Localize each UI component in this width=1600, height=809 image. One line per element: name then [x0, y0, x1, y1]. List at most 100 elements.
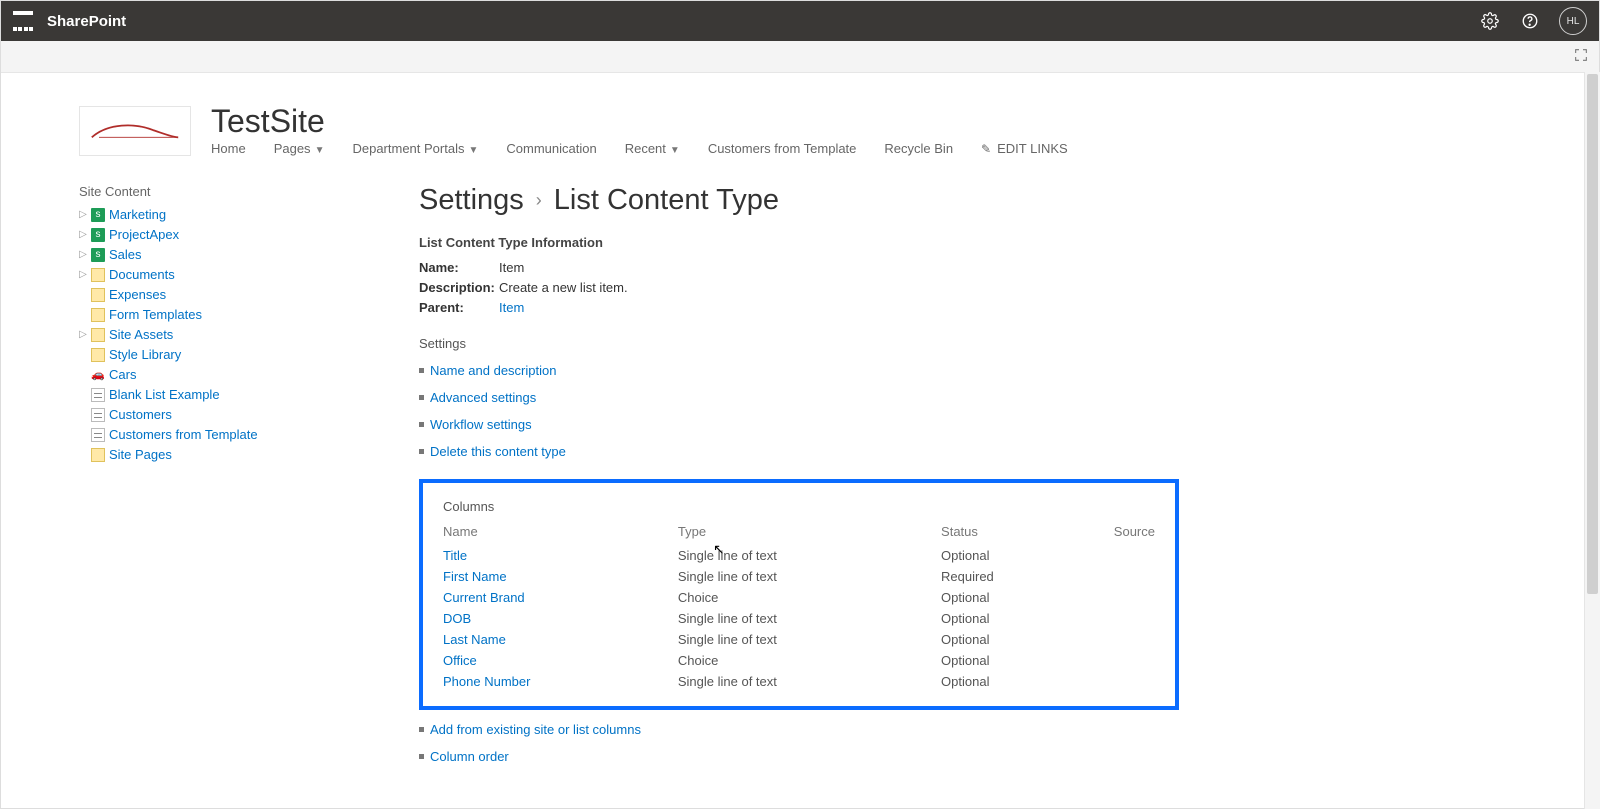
help-icon[interactable] [1519, 10, 1541, 32]
col-link-phonenumber[interactable]: Phone Number [443, 674, 530, 689]
info-name-label: Name: [419, 258, 499, 278]
tree-label[interactable]: Style Library [109, 345, 181, 365]
tree-item-documents[interactable]: ▷ Documents [79, 265, 339, 285]
tree-item-customers-template[interactable]: ▷Customers from Template [79, 425, 339, 445]
side-nav-header: Site Content [79, 184, 339, 199]
tree-item-site-assets[interactable]: ▷ Site Assets [79, 325, 339, 345]
table-row: Current BrandChoiceOptional [443, 587, 1155, 608]
subsite-icon: s [91, 228, 105, 242]
link-column-order[interactable]: Column order [430, 749, 509, 764]
expand-icon[interactable]: ▷ [79, 245, 87, 265]
tree-item-cars[interactable]: ▷🚗Cars [79, 365, 339, 385]
tree-item-marketing[interactable]: ▷ s Marketing [79, 205, 339, 225]
nav-recycle-bin[interactable]: Recycle Bin [884, 141, 953, 156]
list-icon [91, 428, 105, 442]
list-icon [91, 388, 105, 402]
nav-pages[interactable]: Pages ▼ [274, 141, 325, 156]
tree-label[interactable]: Marketing [109, 205, 166, 225]
info-parent-link[interactable]: Item [499, 300, 524, 315]
settings-gear-icon[interactable] [1479, 10, 1501, 32]
library-icon [91, 308, 105, 322]
app-launcher-icon[interactable] [13, 11, 33, 31]
table-row: Last Name Single line of textOptional [443, 629, 1155, 650]
site-header: TestSite Home Pages ▼ Department Portals▼… [79, 105, 1539, 156]
tree-item-blank-list[interactable]: ▷Blank List Example [79, 385, 339, 405]
col-status: Optional [941, 587, 994, 608]
col-status: Required [941, 566, 994, 587]
subsite-icon: s [91, 208, 105, 222]
info-desc-label: Description: [419, 278, 499, 298]
library-icon [91, 328, 105, 342]
tree-label[interactable]: Site Assets [109, 325, 173, 345]
link-add-existing-column[interactable]: Add from existing site or list columns [430, 722, 641, 737]
main-content: Settings › List Content Type List Conten… [419, 184, 1539, 776]
col-status-header[interactable]: Status [941, 524, 994, 545]
tree-label[interactable]: Expenses [109, 285, 166, 305]
tree-label[interactable]: Sales [109, 245, 142, 265]
col-link-currentbrand[interactable]: Current Brand [443, 590, 525, 605]
ribbon-bar [1, 41, 1599, 73]
edit-links-button[interactable]: ✎ EDIT LINKS [981, 141, 1068, 156]
info-parent-label: Parent: [419, 298, 499, 318]
app-name[interactable]: SharePoint [47, 13, 126, 30]
tree-item-customers[interactable]: ▷Customers [79, 405, 339, 425]
nav-home[interactable]: Home [211, 141, 246, 156]
scrollbar-thumb[interactable] [1587, 74, 1598, 594]
link-advanced-settings[interactable]: Advanced settings [430, 390, 536, 405]
col-name-header[interactable]: Name [443, 524, 678, 545]
tree-item-site-pages[interactable]: ▷Site Pages [79, 445, 339, 465]
nav-pages-label: Pages [274, 141, 311, 156]
link-name-description[interactable]: Name and description [430, 363, 556, 378]
tree-label[interactable]: Customers from Template [109, 425, 258, 445]
columns-section-highlight: ↖ Columns Name Type Status Source TitleS… [419, 479, 1179, 710]
col-type-header[interactable]: Type [678, 524, 941, 545]
col-link-lastname[interactable]: Last Name [443, 632, 506, 647]
site-title[interactable]: TestSite [211, 105, 1068, 137]
nav-customers-template[interactable]: Customers from Template [708, 141, 857, 156]
tree-label[interactable]: Customers [109, 405, 172, 425]
tree-label[interactable]: Site Pages [109, 445, 172, 465]
bullet-icon [419, 449, 424, 454]
col-link-dob[interactable]: DOB [443, 611, 471, 626]
focus-content-icon[interactable] [1571, 45, 1591, 65]
site-logo[interactable] [79, 106, 191, 156]
breadcrumb-root[interactable]: Settings [419, 184, 524, 217]
expand-icon[interactable]: ▷ [79, 225, 87, 245]
vertical-scrollbar[interactable] [1584, 72, 1600, 809]
nav-communication[interactable]: Communication [506, 141, 596, 156]
table-row: Phone NumberSingle line of textOptional [443, 671, 1155, 692]
list-icon [91, 408, 105, 422]
tree-label[interactable]: ProjectApex [109, 225, 179, 245]
library-icon [91, 348, 105, 362]
content-type-info: List Content Type Information Name:Item … [419, 235, 1539, 318]
tree-label[interactable]: Documents [109, 265, 175, 285]
expand-icon[interactable]: ▷ [79, 325, 87, 345]
col-link-office[interactable]: Office [443, 653, 477, 668]
tree-item-form-templates[interactable]: ▷Form Templates [79, 305, 339, 325]
col-status: Optional [941, 629, 994, 650]
link-workflow-settings[interactable]: Workflow settings [430, 417, 532, 432]
col-link-firstname[interactable]: First Name [443, 569, 507, 584]
tree-item-projectapex[interactable]: ▷ s ProjectApex [79, 225, 339, 245]
expand-icon[interactable]: ▷ [79, 265, 87, 285]
content-wrap: TestSite Home Pages ▼ Department Portals▼… [79, 73, 1539, 776]
col-source-header[interactable]: Source [994, 524, 1155, 545]
nav-recent[interactable]: Recent▼ [625, 141, 680, 156]
avatar[interactable]: HL [1559, 7, 1587, 35]
breadcrumb: Settings › List Content Type [419, 184, 1539, 217]
tree-item-expenses[interactable]: ▷Expenses [79, 285, 339, 305]
col-type: Single line of text [678, 629, 941, 650]
expand-icon[interactable]: ▷ [79, 205, 87, 225]
tree-label[interactable]: Cars [109, 365, 136, 385]
bullet-icon [419, 395, 424, 400]
tree-item-sales[interactable]: ▷sSales [79, 245, 339, 265]
link-delete-content-type[interactable]: Delete this content type [430, 444, 566, 459]
tree-label[interactable]: Blank List Example [109, 385, 220, 405]
tree-item-style-library[interactable]: ▷Style Library [79, 345, 339, 365]
side-nav: Site Content ▷ s Marketing ▷ s ProjectApex ▷… [79, 184, 339, 776]
columns-header: Columns [443, 499, 1155, 514]
chevron-down-icon: ▼ [315, 145, 325, 156]
col-link-title[interactable]: Title [443, 548, 467, 563]
nav-department-portals[interactable]: Department Portals▼ [352, 141, 478, 156]
tree-label[interactable]: Form Templates [109, 305, 202, 325]
